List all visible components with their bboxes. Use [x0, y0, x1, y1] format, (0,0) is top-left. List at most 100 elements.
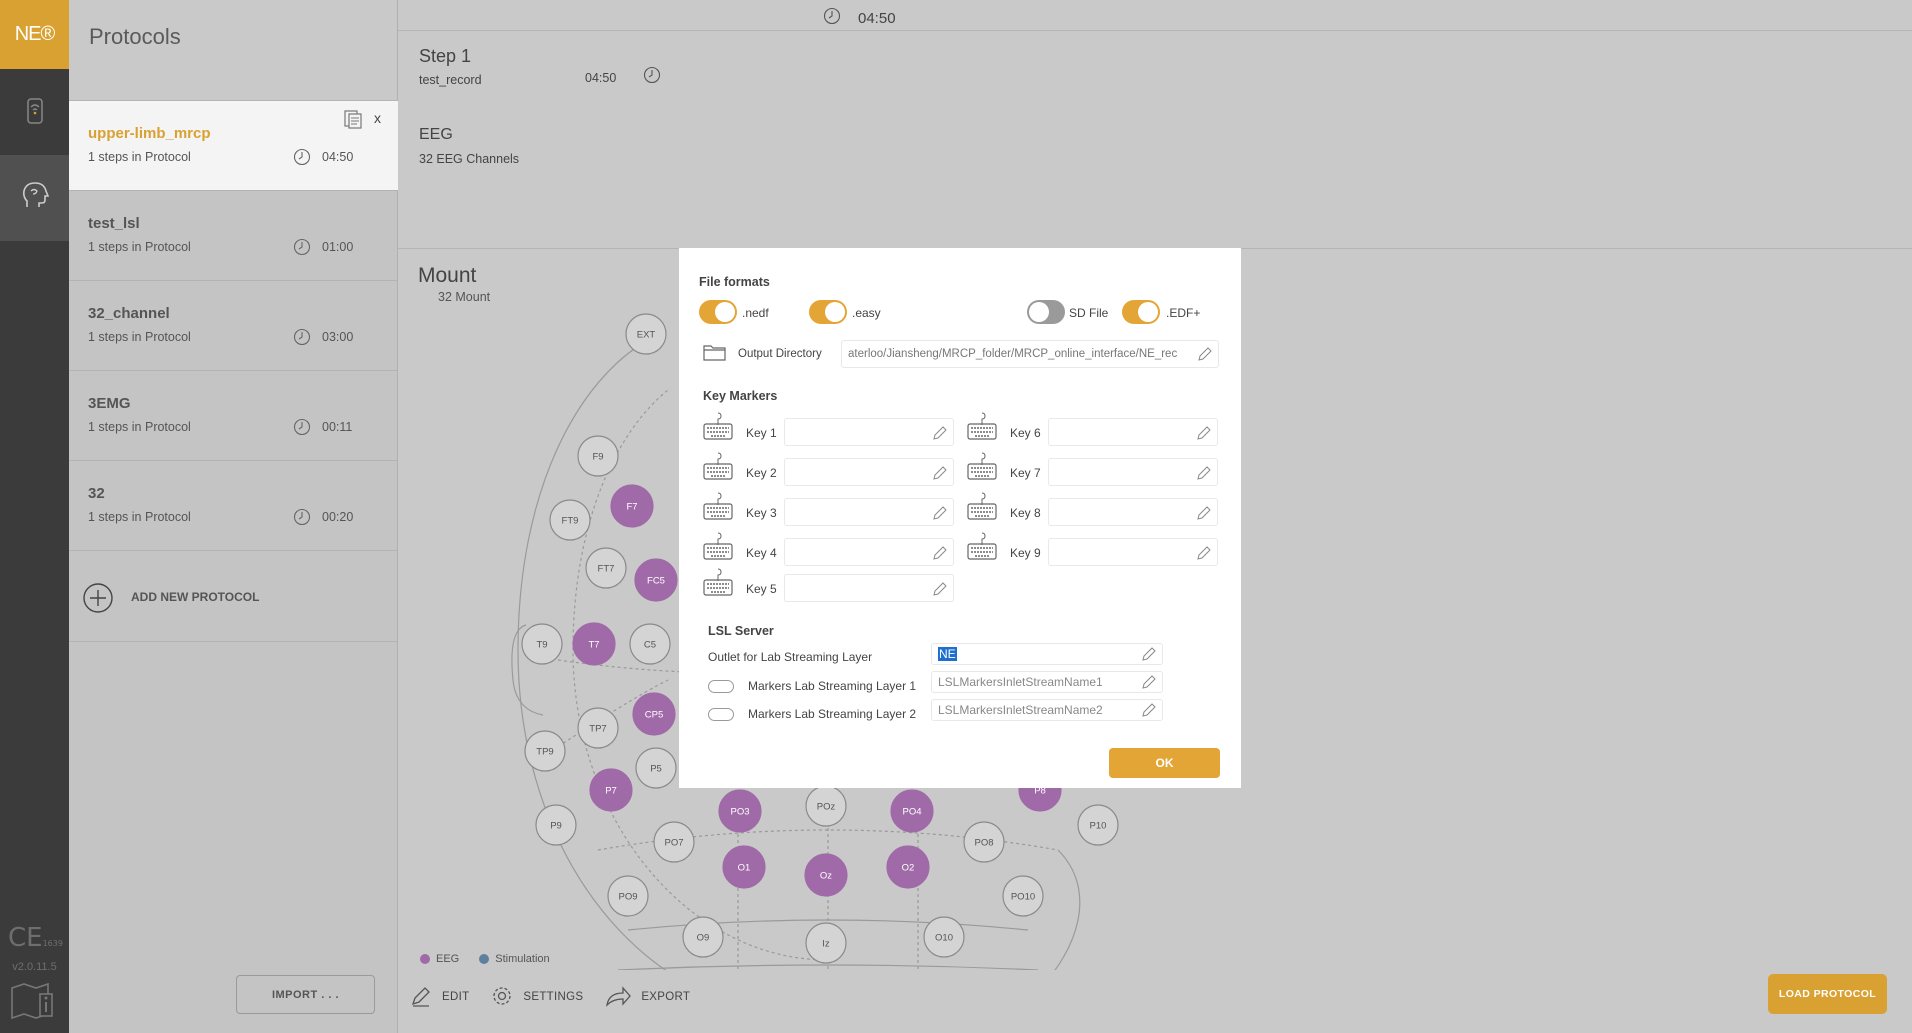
clock-icon	[293, 238, 311, 261]
key-4-field[interactable]	[784, 538, 954, 566]
electrode-tp9[interactable]: TP9	[524, 730, 566, 772]
pencil-icon[interactable]	[932, 424, 948, 445]
outlet-field[interactable]: NE	[931, 643, 1163, 665]
protocol-steps: 1 steps in Protocol	[88, 150, 191, 164]
electrode-o9[interactable]: O9	[682, 916, 724, 958]
electrode-t9[interactable]: T9	[521, 623, 563, 665]
copy-icon[interactable]	[343, 109, 363, 134]
electrode-t7[interactable]: T7	[572, 622, 616, 666]
key-9-label: Key 9	[1010, 546, 1041, 560]
pencil-icon[interactable]	[1141, 702, 1157, 720]
close-icon[interactable]: x	[374, 110, 381, 126]
key-3-field[interactable]	[784, 498, 954, 526]
electrode-label: TP9	[536, 747, 553, 758]
key-3-label: Key 3	[746, 506, 777, 520]
import-button[interactable]: IMPORT . . .	[236, 975, 375, 1014]
electrode-p9[interactable]: P9	[535, 804, 577, 846]
protocol-time: 03:00	[322, 330, 354, 344]
markers-lsl-1-toggle[interactable]	[708, 680, 734, 693]
electrode-po4[interactable]: PO4	[890, 789, 934, 833]
pencil-icon[interactable]	[932, 464, 948, 485]
legend: EEG Stimulation	[420, 953, 550, 965]
electrode-o10[interactable]: O10	[923, 916, 965, 958]
electrode-iz[interactable]: Iz	[805, 922, 847, 964]
settings-button[interactable]: SETTINGS	[491, 985, 583, 1010]
electrode-label: PO8	[974, 838, 993, 849]
protocol-item-32-channel[interactable]: 32_channel 1 steps in Protocol 03:00	[69, 281, 398, 371]
ok-button[interactable]: OK	[1109, 748, 1220, 778]
clock-icon	[293, 418, 311, 441]
protocol-item-test-lsl[interactable]: test_lsl 1 steps in Protocol 01:00	[69, 191, 398, 281]
output-directory-field[interactable]: aterloo/Jiansheng/MRCP_folder/MRCP_onlin…	[841, 340, 1219, 368]
markers-lsl-2-field[interactable]: LSLMarkersInletStreamName2	[931, 699, 1163, 721]
electrode-po9[interactable]: PO9	[607, 875, 649, 917]
electrode-c5[interactable]: C5	[629, 623, 671, 665]
edf-toggle[interactable]	[1122, 300, 1160, 324]
pencil-icon[interactable]	[1196, 504, 1212, 525]
pencil-icon[interactable]	[1196, 424, 1212, 445]
electrode-po3[interactable]: PO3	[718, 789, 762, 833]
electrode-po10[interactable]: PO10	[1002, 875, 1044, 917]
electrode-p7[interactable]: P7	[589, 768, 633, 812]
key-1-field[interactable]	[784, 418, 954, 446]
electrode-label: FT9	[562, 516, 579, 527]
key-6-label: Key 6	[1010, 426, 1041, 440]
pencil-icon[interactable]	[1196, 544, 1212, 565]
edit-label: EDIT	[442, 991, 470, 1003]
electrode-o1[interactable]: O1	[722, 845, 766, 889]
electrode-tp7[interactable]: TP7	[577, 707, 619, 749]
electrode-f7[interactable]: F7	[610, 484, 654, 528]
electrode-po8[interactable]: PO8	[963, 821, 1005, 863]
folder-icon[interactable]	[703, 344, 727, 367]
key-6-field[interactable]	[1048, 418, 1218, 446]
key-markers-title: Key Markers	[703, 389, 778, 403]
ne-logo: NE®	[0, 0, 69, 69]
electrode-o2[interactable]: O2	[886, 845, 930, 889]
markers-lsl-1-field[interactable]: LSLMarkersInletStreamName1	[931, 671, 1163, 693]
electrode-p5[interactable]: P5	[635, 747, 677, 789]
pencil-icon[interactable]	[1197, 346, 1213, 367]
pencil-icon[interactable]	[932, 580, 948, 601]
easy-toggle[interactable]	[809, 300, 847, 324]
key-7-field[interactable]	[1048, 458, 1218, 486]
load-protocol-button[interactable]: LOAD PROTOCOL	[1768, 974, 1887, 1014]
electrode-p10[interactable]: P10	[1077, 804, 1119, 846]
electrode-cp5[interactable]: CP5	[632, 692, 676, 736]
protocol-steps: 1 steps in Protocol	[88, 330, 191, 344]
pencil-icon[interactable]	[1141, 674, 1157, 692]
electrode-poz[interactable]: POz	[805, 785, 847, 827]
pencil-icon[interactable]	[1196, 464, 1212, 485]
electrode-po7[interactable]: PO7	[653, 821, 695, 863]
export-button[interactable]: EXPORT	[605, 985, 690, 1010]
manual-icon[interactable]	[10, 982, 60, 1027]
key-5-field[interactable]	[784, 574, 954, 602]
protocols-header: Protocols	[69, 0, 397, 101]
electrode-ext[interactable]: EXT	[625, 313, 667, 355]
pencil-icon[interactable]	[932, 504, 948, 525]
key-9-field[interactable]	[1048, 538, 1218, 566]
electrode-ft9[interactable]: FT9	[549, 499, 591, 541]
key-8-field[interactable]	[1048, 498, 1218, 526]
device-nav-button[interactable]	[0, 69, 69, 155]
electrode-label: PO7	[664, 838, 683, 849]
sd-file-toggle[interactable]	[1027, 300, 1065, 324]
edit-button[interactable]: EDIT	[410, 985, 469, 1010]
markers-lsl-2-toggle[interactable]	[708, 708, 734, 721]
key-7-label: Key 7	[1010, 466, 1041, 480]
protocols-nav-button[interactable]	[0, 155, 69, 241]
electrode-f9[interactable]: F9	[577, 435, 619, 477]
eeg-legend-dot	[420, 954, 430, 964]
nedf-toggle[interactable]	[699, 300, 737, 324]
pencil-icon[interactable]	[932, 544, 948, 565]
protocol-item-32[interactable]: 32 1 steps in Protocol 00:20	[69, 461, 398, 551]
electrode-ft7[interactable]: FT7	[585, 547, 627, 589]
pencil-icon[interactable]	[1141, 646, 1157, 664]
protocol-item-3emg[interactable]: 3EMG 1 steps in Protocol 00:11	[69, 371, 398, 461]
add-protocol-button[interactable]: ADD NEW PROTOCOL	[69, 552, 398, 642]
eeg-legend-label: EEG	[436, 953, 460, 965]
protocol-item-upper-limb-mrcp[interactable]: x upper-limb_mrcp 1 steps in Protocol 04…	[69, 101, 398, 191]
electrode-fc5[interactable]: FC5	[634, 558, 678, 602]
key-2-field[interactable]	[784, 458, 954, 486]
ce-mark: CE1639	[8, 923, 63, 953]
electrode-oz[interactable]: Oz	[804, 853, 848, 897]
